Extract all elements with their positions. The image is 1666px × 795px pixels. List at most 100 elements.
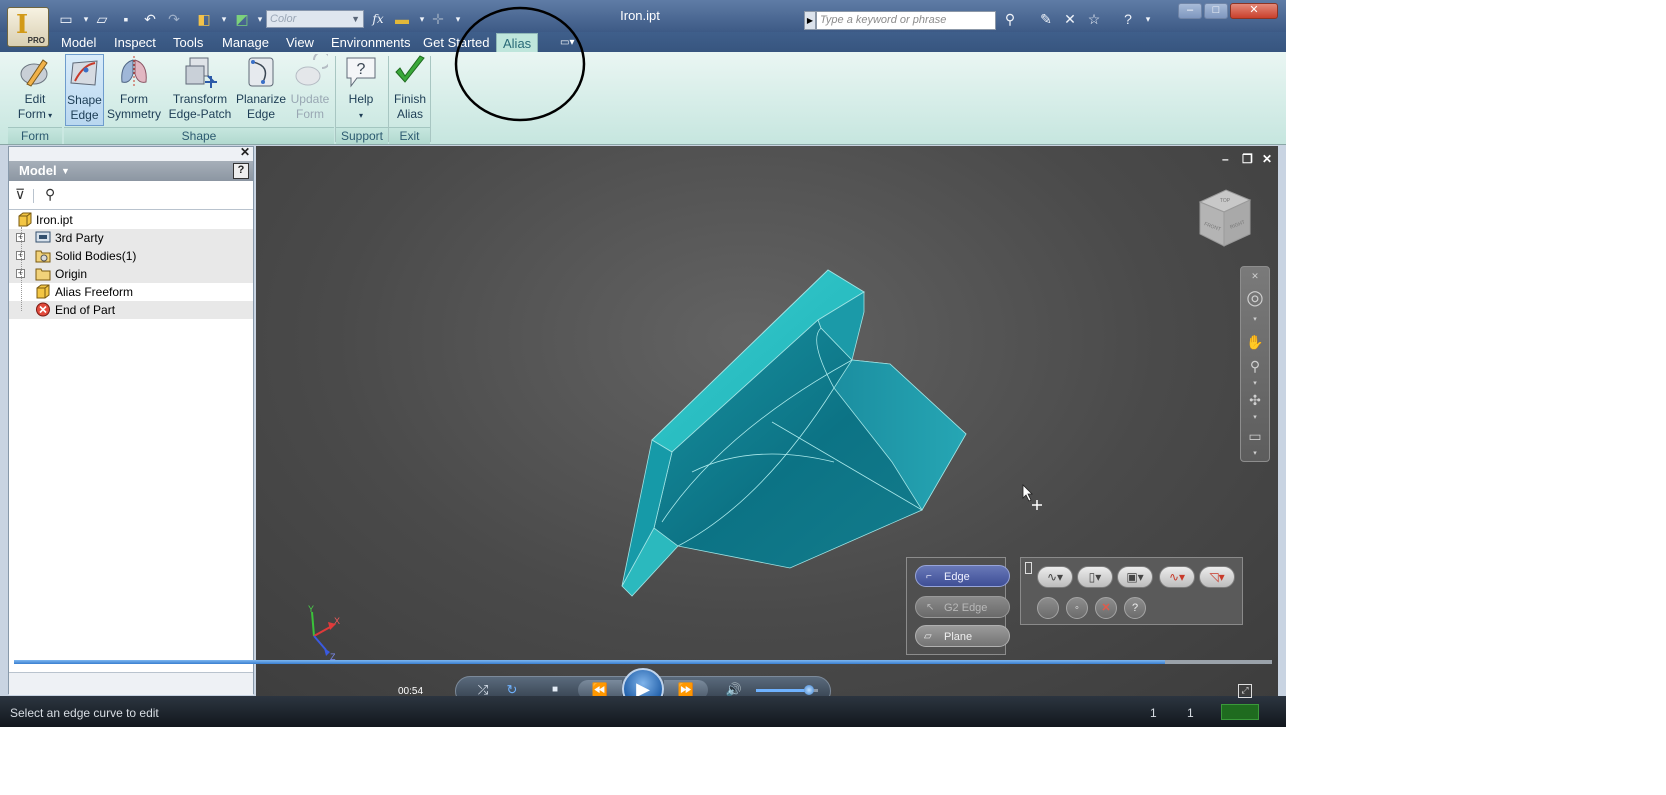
color-combo[interactable]: Color ▼	[266, 10, 364, 28]
g2-edge-option-button[interactable]: ↖ G2 Edge	[915, 596, 1010, 618]
tab-manage[interactable]: Manage	[222, 35, 269, 51]
browser-footer	[9, 672, 253, 695]
finish-alias-label1: Finish	[393, 92, 426, 106]
binoculars-icon[interactable]: ⚲	[1000, 10, 1020, 28]
display-mode-button[interactable]: ▣▾	[1117, 566, 1153, 588]
application-menu-button[interactable]: I PRO	[7, 7, 49, 47]
edge-constraint-button[interactable]: ▯▾	[1077, 566, 1113, 588]
return-icon[interactable]: ◧	[194, 10, 214, 28]
alias-freeform-icon	[36, 284, 50, 299]
update-form-button[interactable]: Update Form	[288, 54, 332, 126]
help-button[interactable]: ? Help ▾	[341, 54, 381, 126]
update-form-label2: Form	[296, 107, 324, 121]
browser-toolbar: ⊽ ⚲	[9, 181, 253, 210]
redo-icon[interactable]: ↷	[164, 10, 184, 28]
browser-close-icon[interactable]: ✕	[240, 145, 250, 159]
navbar-customize-icon[interactable]: ▾	[1246, 445, 1264, 463]
axis-y-label: Y	[308, 604, 314, 614]
transform-edge-patch-label2: Edge-Patch	[168, 107, 232, 121]
fullscreen-toggle-icon[interactable]: ⤢	[1238, 684, 1252, 698]
toolbar-grip-icon[interactable]	[1025, 562, 1032, 574]
finish-alias-button[interactable]: Finish Alias	[392, 54, 428, 126]
tree-item-3rd-party[interactable]: + 3rd Party	[9, 229, 253, 247]
steering-wheel-icon[interactable]: ◎	[1246, 288, 1264, 308]
navbar-close-icon[interactable]: ✕	[1246, 267, 1264, 285]
seek-bar[interactable]	[14, 660, 1272, 664]
shape-edge-button[interactable]: Shape Edge	[65, 54, 104, 126]
tree-item-iron-ipt[interactable]: Iron.ipt	[9, 211, 253, 229]
help-question-icon[interactable]: ?	[1124, 597, 1146, 619]
fx-icon[interactable]: fx	[368, 10, 388, 28]
plane-option-icon: ▱	[924, 631, 932, 642]
return-dropdown-icon[interactable]: ▾	[214, 10, 234, 28]
tab-view[interactable]: View	[286, 35, 314, 51]
tree-label: End of Part	[55, 303, 116, 317]
subscription-icon[interactable]: ✕	[1060, 10, 1080, 28]
transform-edge-patch-icon	[185, 57, 217, 88]
favorites-star-icon[interactable]: ☆	[1084, 10, 1104, 28]
axis-triad: Y X Z	[308, 604, 340, 662]
viewport-restore-icon[interactable]: ❐	[1242, 152, 1253, 166]
volume-knob[interactable]	[803, 685, 814, 695]
status-bar: Select an edge curve to edit 1 1 ⤢	[0, 684, 1286, 727]
planarize-edge-button[interactable]: Planarize Edge	[235, 54, 287, 126]
search-input[interactable]: Type a keyword or phrase	[816, 11, 996, 30]
help-dropdown-icon[interactable]: ▾	[1138, 10, 1158, 28]
tree-item-solid-bodies[interactable]: + Solid Bodies(1)	[9, 247, 253, 265]
tab-inspect[interactable]: Inspect	[114, 35, 156, 51]
option-circle-2[interactable]: ◦	[1066, 597, 1088, 619]
help-circle-icon[interactable]: ?	[1118, 10, 1138, 28]
new-file-icon[interactable]: ▭	[56, 10, 76, 28]
minimize-button[interactable]: –	[1178, 3, 1202, 19]
edit-form-button[interactable]: Edit Form ▾	[12, 54, 58, 126]
panel-label-support: Support	[336, 127, 388, 144]
tab-environments[interactable]: Environments	[331, 35, 410, 51]
plane-option-button[interactable]: ▱ Plane	[915, 625, 1010, 647]
tree-item-origin[interactable]: + Origin	[9, 265, 253, 283]
tree-item-alias-freeform[interactable]: Alias Freeform	[9, 283, 253, 301]
tab-model[interactable]: Model	[61, 35, 96, 51]
option-circle-1[interactable]	[1037, 597, 1059, 619]
crosshair-icon[interactable]: ✛	[428, 10, 448, 28]
cancel-x-icon[interactable]: ✕	[1095, 597, 1117, 619]
close-button[interactable]: ✕	[1230, 3, 1278, 19]
transform-options-button[interactable]: ◹▾	[1199, 566, 1235, 588]
browser-header[interactable]: Model ▼ ?	[9, 161, 253, 181]
update-icon[interactable]: ◩	[232, 10, 252, 28]
browser-help-icon[interactable]: ?	[233, 163, 249, 179]
iron-model[interactable]	[612, 262, 972, 602]
curve-type-button[interactable]: ∿▾	[1037, 566, 1073, 588]
volume-slider[interactable]	[756, 685, 818, 695]
zoom-icon[interactable]: ⚲	[1246, 357, 1264, 375]
wrench-icon[interactable]: ✎	[1036, 10, 1056, 28]
save-icon[interactable]: ▪	[116, 10, 136, 28]
orbit-icon[interactable]: ✣	[1246, 391, 1264, 409]
edge-option-button[interactable]: ⌐ Edge	[915, 565, 1010, 587]
form-symmetry-button[interactable]: Form Symmetry	[106, 54, 162, 126]
pro-badge: PRO	[27, 36, 45, 45]
viewport-minimize-icon[interactable]: –	[1222, 152, 1229, 166]
open-file-icon[interactable]: ▱	[92, 10, 112, 28]
orbit-dropdown-icon[interactable]: ▾	[1246, 409, 1264, 427]
undo-icon[interactable]: ↶	[140, 10, 160, 28]
tab-tools[interactable]: Tools	[173, 35, 203, 51]
find-binoculars-icon[interactable]: ⚲	[45, 186, 55, 203]
navbar-dropdown-icon[interactable]: ▾	[1246, 311, 1264, 329]
maximize-button[interactable]: □	[1204, 3, 1228, 19]
transform-edge-patch-button[interactable]: Transform Edge-Patch	[168, 54, 232, 126]
help-dropdown-icon-ribbon: ▾	[358, 111, 363, 120]
look-at-icon[interactable]: ▭	[1246, 427, 1264, 445]
edit-form-label2: Form	[17, 107, 46, 121]
search-expand-icon[interactable]: ▶	[804, 11, 816, 30]
line-weight-icon[interactable]: ▬	[392, 10, 412, 28]
ribbon-tab-bar: Model Inspect Tools Manage View Environm…	[0, 32, 1286, 53]
viewport-close-icon[interactable]: ✕	[1262, 152, 1272, 166]
tree-item-end-of-part[interactable]: End of Part	[9, 301, 253, 319]
graphics-viewport[interactable]: – ❐ ✕ TOP FRONT RIGHT ✕ ◎ ▾ ✋ ⚲ ▾ ✣ ▾ ▭ …	[256, 146, 1278, 696]
planarize-edge-label1: Planarize	[235, 92, 287, 106]
pan-hand-icon[interactable]: ✋	[1246, 333, 1264, 351]
status-indicator	[1221, 704, 1259, 720]
viewcube[interactable]: TOP FRONT RIGHT	[1194, 186, 1256, 252]
filter-icon[interactable]: ⊽	[15, 186, 25, 203]
continuity-button[interactable]: ∿▾	[1159, 566, 1195, 588]
